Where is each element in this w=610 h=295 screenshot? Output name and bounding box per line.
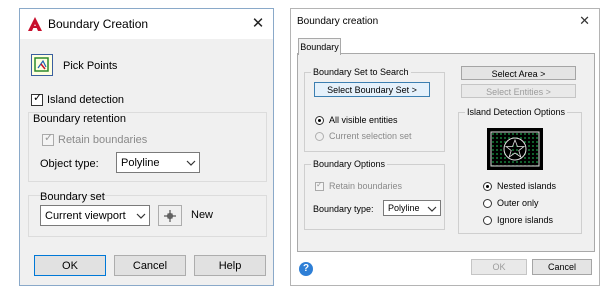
chevron-down-icon: [186, 160, 196, 166]
boundary-type-dropdown[interactable]: Polyline: [383, 200, 441, 216]
tab-boundary[interactable]: Boundary: [298, 38, 341, 55]
outer-only-label: Outer only: [497, 198, 539, 208]
current-selection-radio[interactable]: [315, 132, 324, 141]
ok-button[interactable]: OK: [471, 259, 527, 275]
all-visible-radio[interactable]: [315, 116, 324, 125]
boundary-creation-dialog-new: Boundary Creation ✕ Pick Points ✓ Island…: [19, 8, 274, 286]
retain-boundaries-checkbox[interactable]: ✓: [315, 180, 324, 191]
retain-boundaries-label: Retain boundaries: [58, 134, 148, 146]
ok-label: OK: [492, 262, 506, 272]
boundary-options-group: [304, 164, 445, 230]
boundary-tab-panel: Boundary Set to Search Select Boundary S…: [297, 53, 595, 252]
close-icon[interactable]: ✕: [249, 14, 267, 32]
pick-points-icon[interactable]: [31, 54, 53, 76]
ok-label: OK: [62, 260, 78, 272]
current-selection-label: Current selection set: [329, 131, 412, 141]
boundary-set-header: Boundary set: [40, 191, 105, 203]
island-detection-header: Island Detection Options: [465, 107, 568, 117]
help-button[interactable]: Help: [194, 255, 266, 276]
cancel-button[interactable]: Cancel: [114, 255, 186, 276]
autocad-logo-icon: [28, 17, 42, 31]
dialog-title: Boundary Creation: [48, 17, 149, 31]
pick-points-button[interactable]: Pick Points: [63, 60, 117, 72]
select-boundary-set-label: Select Boundary Set >: [327, 85, 417, 95]
boundary-type-value: Polyline: [388, 203, 420, 213]
ignore-islands-label: Ignore islands: [497, 215, 554, 225]
dialog-title: Boundary creation: [297, 16, 379, 27]
new-label: New: [191, 209, 214, 221]
boundary-retention-header: Boundary retention: [33, 113, 126, 125]
all-visible-label: All visible entities: [329, 115, 398, 125]
island-preview-image: [487, 128, 543, 170]
select-boundary-set-button[interactable]: Select Boundary Set >: [314, 82, 430, 97]
object-type-value: Polyline: [121, 157, 160, 169]
chevron-down-icon: [136, 213, 146, 219]
ignore-islands-radio[interactable]: [483, 216, 492, 225]
retain-boundaries-checkbox[interactable]: ✓: [42, 132, 54, 146]
new-boundary-set-button[interactable]: [158, 205, 182, 226]
boundary-set-dropdown[interactable]: Current viewport: [40, 205, 150, 226]
select-area-label: Select Area >: [491, 69, 546, 79]
cancel-button[interactable]: Cancel: [532, 259, 592, 275]
chevron-down-icon: [427, 206, 437, 212]
crosshair-icon: [164, 210, 176, 222]
boundary-set-value: Current viewport: [45, 210, 126, 222]
nested-islands-label: Nested islands: [497, 181, 557, 191]
select-entities-label: Select Entities >: [486, 87, 551, 97]
title-bar: Boundary Creation ✕: [20, 9, 273, 39]
retain-boundaries-label: Retain boundaries: [329, 181, 403, 191]
island-detection-label: Island detection: [47, 94, 125, 106]
object-type-dropdown[interactable]: Polyline: [116, 152, 200, 173]
object-type-label: Object type:: [40, 158, 99, 170]
close-icon[interactable]: ✕: [579, 13, 590, 29]
nested-islands-radio[interactable]: [483, 182, 492, 191]
ok-button[interactable]: OK: [34, 255, 106, 276]
help-label: Help: [218, 260, 242, 272]
boundary-options-header: Boundary Options: [311, 159, 388, 169]
cancel-label: Cancel: [132, 260, 168, 272]
cancel-label: Cancel: [547, 262, 576, 272]
island-detection-checkbox[interactable]: ✓: [31, 92, 43, 106]
select-entities-button[interactable]: Select Entities >: [461, 84, 576, 98]
boundary-type-label: Boundary type:: [313, 204, 374, 214]
select-area-button[interactable]: Select Area >: [461, 66, 576, 80]
help-icon[interactable]: ?: [299, 262, 313, 276]
boundary-creation-dialog-classic: Boundary creation ✕ Boundary Boundary Se…: [290, 8, 600, 286]
boundary-set-search-header: Boundary Set to Search: [311, 67, 411, 77]
outer-only-radio[interactable]: [483, 199, 492, 208]
